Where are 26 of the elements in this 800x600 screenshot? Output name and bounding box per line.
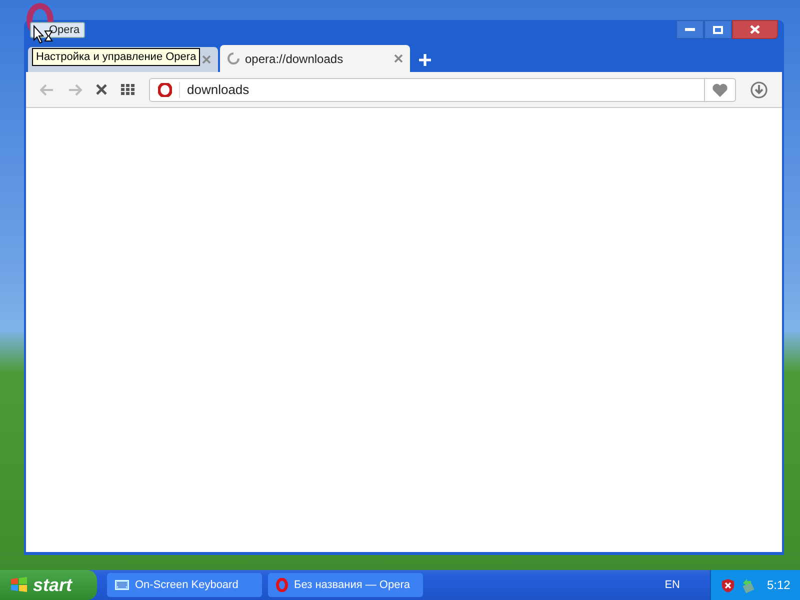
keyboard-icon bbox=[115, 580, 129, 590]
taskbar-button[interactable]: On-Screen Keyboard bbox=[107, 573, 262, 597]
stop-icon[interactable] bbox=[96, 84, 107, 95]
minimize-button[interactable] bbox=[676, 20, 704, 39]
tooltip: Настройка и управление Opera bbox=[32, 48, 200, 66]
opera-logo-icon bbox=[276, 578, 288, 592]
maximize-button[interactable] bbox=[704, 20, 732, 39]
speed-dial-icon[interactable] bbox=[121, 84, 135, 95]
heart-icon bbox=[712, 82, 728, 96]
tab[interactable]: opera://downloads bbox=[220, 45, 410, 72]
close-icon bbox=[750, 25, 760, 34]
opera-logo-icon bbox=[158, 82, 172, 96]
close-button[interactable] bbox=[732, 20, 778, 39]
address-input[interactable]: downloads bbox=[187, 80, 704, 100]
taskbar-button[interactable]: Без названия — Opera bbox=[268, 573, 423, 597]
language-indicator[interactable]: EN bbox=[664, 576, 680, 594]
tab-title: opera://downloads bbox=[245, 50, 344, 68]
shield-icon[interactable] bbox=[721, 578, 735, 592]
start-button[interactable]: start bbox=[0, 570, 97, 600]
clock: 5:12 bbox=[767, 577, 790, 594]
loading-spinner-icon bbox=[227, 52, 240, 65]
plus-icon bbox=[419, 54, 431, 66]
download-icon[interactable] bbox=[750, 80, 768, 98]
close-tab-icon[interactable] bbox=[394, 54, 403, 63]
windows-flag-icon bbox=[10, 576, 28, 594]
address-bar[interactable]: downloads bbox=[149, 78, 736, 102]
